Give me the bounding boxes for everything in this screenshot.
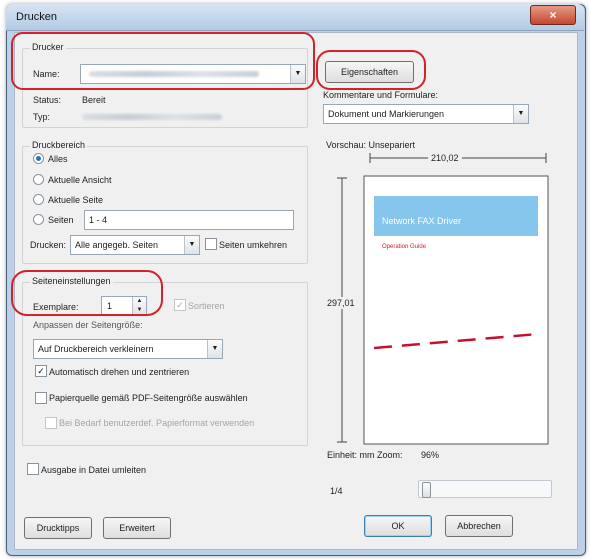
auto-rotate-label: Automatisch drehen und zentrieren bbox=[49, 367, 190, 377]
reverse-pages-label: Seiten umkehren bbox=[219, 240, 288, 250]
scaling-value: Auf Druckbereich verkleinern bbox=[38, 344, 154, 354]
radio-current-view-label: Aktuelle Ansicht bbox=[48, 175, 112, 185]
print-range-title: Druckbereich bbox=[30, 140, 88, 150]
page-indicator: 1/4 bbox=[330, 486, 343, 496]
collate-label: Sortieren bbox=[188, 301, 225, 311]
paper-source-checkbox[interactable] bbox=[35, 392, 47, 404]
scaling-dropdown[interactable]: Auf Druckbereich verkleinern ▼ bbox=[33, 339, 223, 359]
comments-dropdown[interactable]: Dokument und Markierungen ▼ bbox=[323, 104, 529, 124]
radio-current-page[interactable] bbox=[33, 194, 44, 205]
highlight-printer-name bbox=[11, 32, 315, 90]
preview-banner-text: Network FAX Driver bbox=[382, 216, 462, 226]
output-to-file-checkbox[interactable] bbox=[27, 463, 39, 475]
type-label: Typ: bbox=[33, 112, 51, 122]
highlight-copies bbox=[11, 270, 163, 316]
scaling-label: Anpassen der Seitengröße: bbox=[33, 320, 143, 330]
output-to-file-label: Ausgabe in Datei umleiten bbox=[41, 465, 147, 475]
status-value: Bereit bbox=[82, 95, 106, 105]
highlight-properties bbox=[316, 50, 426, 90]
cancel-button[interactable]: Abbrechen bbox=[445, 515, 513, 537]
collate-checkbox[interactable]: ✓ bbox=[174, 299, 186, 311]
print-subset-dropdown[interactable]: Alle angegeb. Seiten ▼ bbox=[70, 235, 200, 255]
radio-pages-label: Seiten bbox=[48, 215, 74, 225]
custom-paper-checkbox[interactable] bbox=[45, 417, 57, 429]
slider-thumb[interactable] bbox=[422, 482, 431, 498]
print-subset-label: Drucken: bbox=[30, 240, 67, 250]
print-tips-button[interactable]: Drucktipps bbox=[24, 517, 92, 539]
status-label: Status: bbox=[33, 95, 62, 105]
preview-area bbox=[337, 153, 549, 445]
ok-button[interactable]: OK bbox=[364, 515, 432, 537]
preview-height-value: 297,01 bbox=[326, 297, 356, 309]
pages-input-value: 1 - 4 bbox=[89, 215, 108, 225]
pages-input[interactable]: 1 - 4 bbox=[84, 210, 294, 230]
chevron-down-icon: ▼ bbox=[207, 340, 222, 358]
radio-all[interactable] bbox=[33, 153, 44, 164]
comments-value: Dokument und Markierungen bbox=[328, 109, 445, 119]
window-title: Drucken bbox=[16, 11, 57, 23]
custom-paper-label: Bei Bedarf benutzerdef. Papierformat ver… bbox=[59, 418, 255, 428]
page-slider[interactable] bbox=[418, 480, 552, 498]
preview-width-value: 210,02 bbox=[428, 153, 462, 163]
chevron-down-icon: ▼ bbox=[184, 236, 199, 254]
print-subset-value: Alle angegeb. Seiten bbox=[75, 240, 159, 250]
radio-pages[interactable] bbox=[33, 214, 44, 225]
radio-all-label: Alles bbox=[48, 154, 68, 164]
reverse-pages-checkbox[interactable] bbox=[205, 238, 217, 250]
screen: Drucken × Drucker Name: ▼ Status: Bereit… bbox=[0, 0, 590, 559]
title-bar bbox=[6, 4, 584, 31]
units-zoom-label: Einheit: mm Zoom: bbox=[327, 450, 403, 460]
auto-rotate-checkbox[interactable]: ✓ bbox=[35, 365, 47, 377]
chevron-down-icon: ▼ bbox=[513, 105, 528, 123]
zoom-value: 96% bbox=[421, 450, 440, 460]
paper-source-label: Papierquelle gemäß PDF-Seitengröße auswä… bbox=[49, 393, 248, 403]
type-value-redacted bbox=[82, 114, 222, 120]
preview-subtext: Operation Guide bbox=[382, 244, 427, 250]
close-button[interactable]: × bbox=[530, 5, 576, 25]
radio-current-page-label: Aktuelle Seite bbox=[48, 195, 104, 205]
advanced-button[interactable]: Erweitert bbox=[103, 517, 171, 539]
radio-current-view[interactable] bbox=[33, 174, 44, 185]
comments-label: Kommentare und Formulare: bbox=[323, 90, 439, 100]
